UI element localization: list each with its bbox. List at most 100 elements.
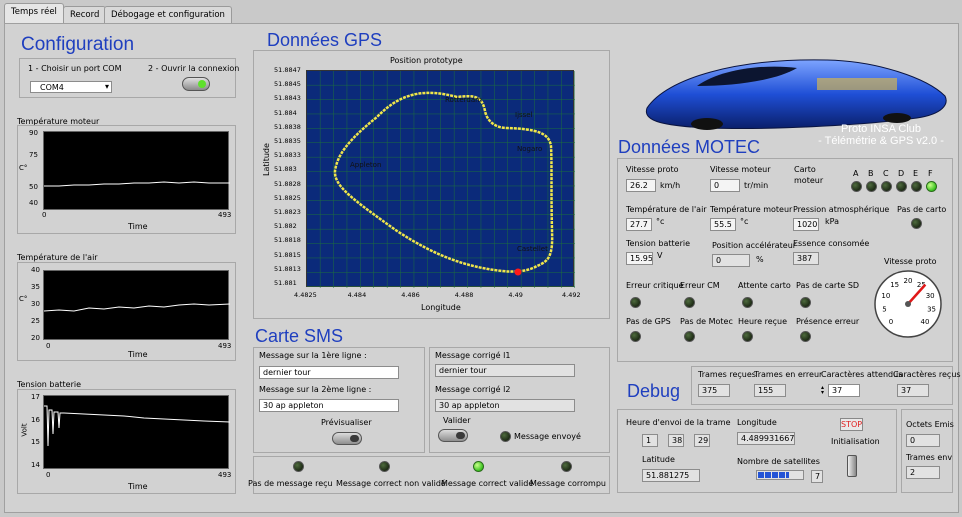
fuel-field: 387 [793, 252, 819, 265]
flag-led [630, 297, 641, 308]
y-tick: 50 [29, 183, 38, 191]
y-tick: 20 [31, 334, 40, 342]
port-select[interactable]: COM4 ▾ [30, 81, 112, 93]
gps-x-tick: 4.488 [454, 291, 474, 299]
flag-label: Pas de GPS [626, 317, 671, 326]
carto-letter: A [853, 169, 859, 178]
debug-frame-details: Heure d'envoi de la trame 1 38 29 Longit… [617, 409, 897, 493]
speed-label: Vitesse proto [626, 165, 679, 174]
air-temp-chart-frame: 40 35 30 25 20 C° 0 493 Time [17, 262, 236, 361]
expected-chars-input[interactable]: 37 [828, 384, 860, 397]
map-place-label: Castellet [517, 245, 548, 253]
battery-title: Tension batterie [17, 380, 82, 389]
stop-button[interactable]: STOP [840, 418, 863, 431]
motec-title: Données MOTEC [618, 137, 761, 157]
flag-led [800, 331, 811, 342]
debug-sent-frame: Octets Emis 0 Trames env 2 [901, 409, 954, 493]
gps-x-tick: 4.4825 [294, 291, 317, 299]
y-tick: 17 [31, 393, 40, 401]
fuel-label: Essence consomée [793, 239, 870, 248]
gauge-tick: 5 [882, 306, 886, 314]
motor-temp-chart-frame: 90 75 50 40 C° 0 493 Time [17, 125, 236, 234]
sms-corrected-frame: Message corrigé l1 dernier tour Message … [429, 347, 610, 453]
x-tick: 0 [46, 471, 51, 479]
time-sec-field: 29 [694, 434, 710, 447]
gps-y-tick: 51.8847 [274, 66, 301, 74]
message-sent-led [500, 431, 511, 442]
flag-label: Attente carto [738, 281, 791, 290]
rpm-label: Vitesse moteur [710, 165, 771, 174]
carto-label-1: Carto [794, 165, 816, 174]
preview-button[interactable] [332, 432, 362, 445]
stepper-icon[interactable]: ▴ ▾ [821, 385, 824, 396]
gps-y-tick: 51.8813 [274, 264, 301, 273]
gps-y-tick: 51.8838 [274, 122, 301, 131]
frame-time-label: Heure d'envoi de la trame [626, 418, 731, 427]
flag-led [800, 297, 811, 308]
carto-letter: D [898, 169, 905, 178]
config-frame: 1 - Choisir un port COM COM4 ▾ 2 - Ouvri… [19, 58, 239, 98]
satellites-bar-fill [758, 472, 789, 478]
x-tick: 493 [218, 211, 232, 219]
chars-received-label: Caractères reçus [893, 370, 961, 379]
validate-button[interactable] [438, 429, 468, 442]
corrected1-label: Message corrigé l1 [435, 351, 511, 360]
gps-y-label: Latitude [262, 143, 271, 176]
x-axis-label: Time [128, 482, 148, 491]
corrected2-label: Message corrigé l2 [435, 385, 511, 394]
motor-temp-line [44, 181, 230, 187]
config-title: Configuration [21, 34, 135, 55]
battery-line [44, 405, 231, 447]
flag-led [684, 297, 695, 308]
speed-field: 26.2 [626, 179, 656, 192]
y-tick: 25 [31, 317, 40, 325]
sms-title: Carte SMS [255, 326, 344, 346]
sms-input-frame: Message sur la 1ère ligne : dernier tour… [253, 347, 425, 453]
motor-temp-plot [43, 131, 230, 210]
speed-unit: km/h [660, 181, 681, 190]
gps-x-tick: 4.49 [508, 291, 523, 299]
tab-temps-reel[interactable]: Temps réel [4, 3, 64, 24]
latitude-field: 51.881275 [642, 469, 700, 482]
status-corrupted-label: Message corrompu [530, 479, 606, 488]
tab-record[interactable]: Record [63, 6, 107, 24]
gps-y-tick: 51.882 [274, 222, 297, 231]
main-panel: Configuration 1 - Choisir un port COM CO… [4, 23, 961, 513]
gps-x-tick: 4.492 [562, 291, 581, 299]
air-temp-line [43, 303, 231, 312]
flag-label: Heure reçue [738, 317, 788, 326]
gps-track: Rotterdam Ijssel Nogaro Appleton Castell… [307, 71, 575, 288]
status-not-validated-led [379, 461, 390, 472]
port-label: 1 - Choisir un port COM [28, 64, 122, 73]
flag-led [742, 297, 753, 308]
battery-unit: V [657, 251, 663, 260]
tab-debogage[interactable]: Débogage et configuration [104, 6, 232, 24]
y-tick: 90 [29, 129, 38, 137]
open-connection-button[interactable] [182, 77, 210, 91]
corrected2-field: 30 ap appleton [435, 399, 575, 412]
init-switch[interactable] [847, 455, 857, 477]
bytes-sent-field: 0 [906, 434, 940, 447]
y-tick: 16 [31, 416, 40, 424]
y-axis-label: Volt [20, 423, 29, 437]
gps-y-tick: 51.884 [274, 108, 297, 117]
frames-sent-label: Trames env [906, 453, 953, 462]
gauge-tick: 0 [889, 318, 893, 326]
gauge-tick: 20 [904, 277, 913, 285]
motor-temp-unit: °c [740, 217, 749, 226]
dropdown-arrow-icon: ▾ [104, 82, 109, 91]
map-place-label: Ijssel [515, 111, 533, 119]
flag-label: Erreur critique [626, 281, 684, 290]
line1-input[interactable]: dernier tour [259, 366, 399, 379]
message-sent-label: Message envoyé [514, 432, 581, 441]
carto-letter: B [868, 169, 874, 178]
status-no-message-led [293, 461, 304, 472]
gps-y-tick: 51.8833 [274, 151, 301, 160]
y-tick: 14 [31, 461, 40, 469]
y-axis-label: C° [19, 164, 28, 172]
carto-led [896, 181, 907, 192]
battery-label: Tension batterie [626, 239, 691, 248]
flag-label: Erreur CM [680, 281, 720, 290]
line2-input[interactable]: 30 ap appleton [259, 399, 399, 412]
frames-received-field: 375 [698, 384, 730, 397]
